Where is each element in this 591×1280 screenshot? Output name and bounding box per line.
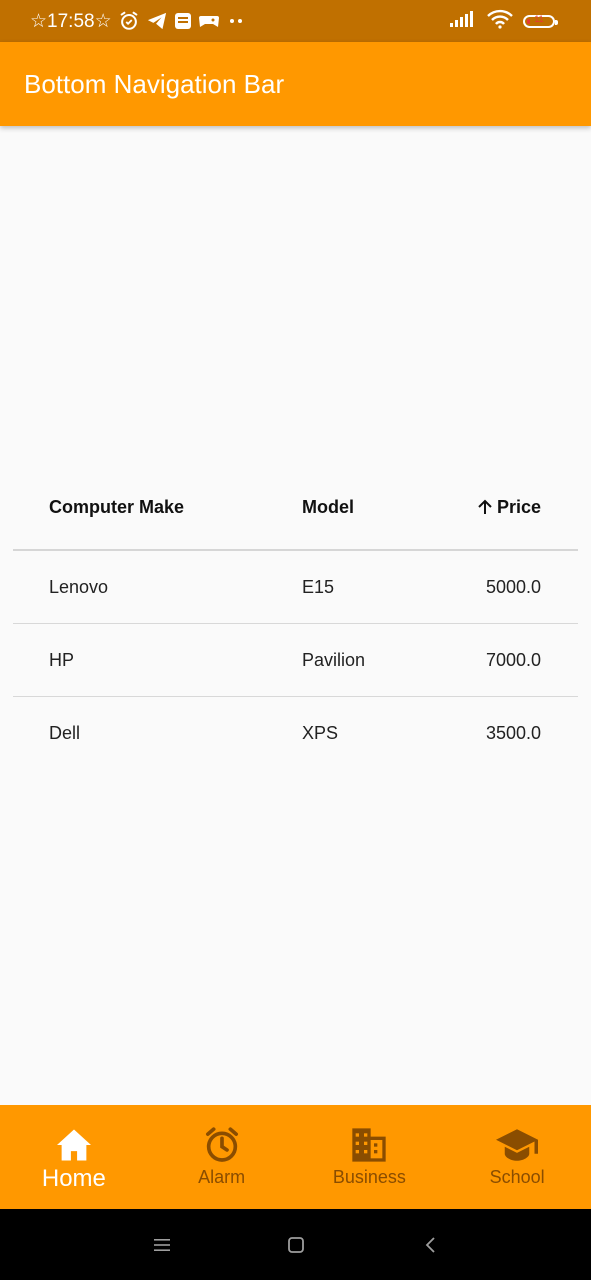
cell-make: Lenovo (49, 576, 109, 597)
telegram-icon (146, 11, 168, 31)
battery-icon: 11 (523, 13, 558, 28)
nav-item-home[interactable]: Home (0, 1105, 148, 1209)
alarm-status-icon (118, 10, 140, 32)
back-icon[interactable] (417, 1231, 445, 1259)
menu-icon[interactable] (148, 1231, 176, 1259)
cell-model: Pavilion (302, 649, 366, 670)
notes-icon (174, 12, 192, 30)
school-icon (496, 1125, 539, 1165)
cell-price: 5000.0 (485, 576, 541, 597)
nav-label-business: Business (332, 1167, 406, 1187)
cell-make: HP (49, 649, 75, 670)
app-bar: Bottom Navigation Bar (0, 42, 591, 126)
nav-label-school: School (489, 1167, 545, 1187)
table-row[interactable]: Lenovo E15 5000.0 (13, 551, 578, 624)
home-square-icon[interactable] (282, 1231, 310, 1259)
status-time: ☆17:58☆ (30, 10, 112, 32)
more-notifications-icon (226, 16, 246, 26)
column-header-price-label: Price (496, 496, 541, 517)
battery-level: 11 (534, 13, 544, 24)
status-left: ☆17:58☆ (30, 0, 246, 42)
computers-table: Computer Make Model Price Lenovo E15 500… (13, 465, 578, 769)
home-icon (55, 1125, 93, 1165)
business-icon (349, 1125, 389, 1165)
column-header-price[interactable]: Price (476, 465, 541, 549)
status-right: 11 (449, 0, 558, 42)
cell-model: XPS (302, 722, 339, 743)
nav-item-school[interactable]: School (443, 1105, 591, 1209)
alarm-icon (202, 1125, 242, 1165)
status-bar: ☆17:58☆ 11 (0, 0, 591, 42)
cell-price: 7000.0 (485, 649, 541, 670)
sort-ascending-icon (476, 498, 494, 516)
nav-label-alarm: Alarm (198, 1167, 246, 1187)
column-header-model[interactable]: Model (302, 465, 354, 549)
nav-item-alarm[interactable]: Alarm (148, 1105, 296, 1209)
nav-item-business[interactable]: Business (296, 1105, 444, 1209)
bottom-navigation-bar: Home Alarm Business School (0, 1105, 591, 1209)
cell-model: E15 (302, 576, 335, 597)
cell-price: 3500.0 (485, 722, 541, 743)
page-title: Bottom Navigation Bar (24, 68, 285, 99)
signal-icon (449, 10, 477, 33)
table-header-row: Computer Make Model Price (13, 465, 578, 551)
column-header-make[interactable]: Computer Make (49, 465, 184, 549)
table-row[interactable]: HP Pavilion 7000.0 (13, 624, 578, 697)
cell-make: Dell (49, 722, 81, 743)
battery-cap (555, 19, 558, 25)
nav-label-home: Home (41, 1165, 106, 1192)
game-icon (198, 12, 220, 30)
wifi-icon (487, 9, 513, 34)
table-row[interactable]: Dell XPS 3500.0 (13, 697, 578, 769)
system-navigation-bar (0, 1209, 591, 1280)
